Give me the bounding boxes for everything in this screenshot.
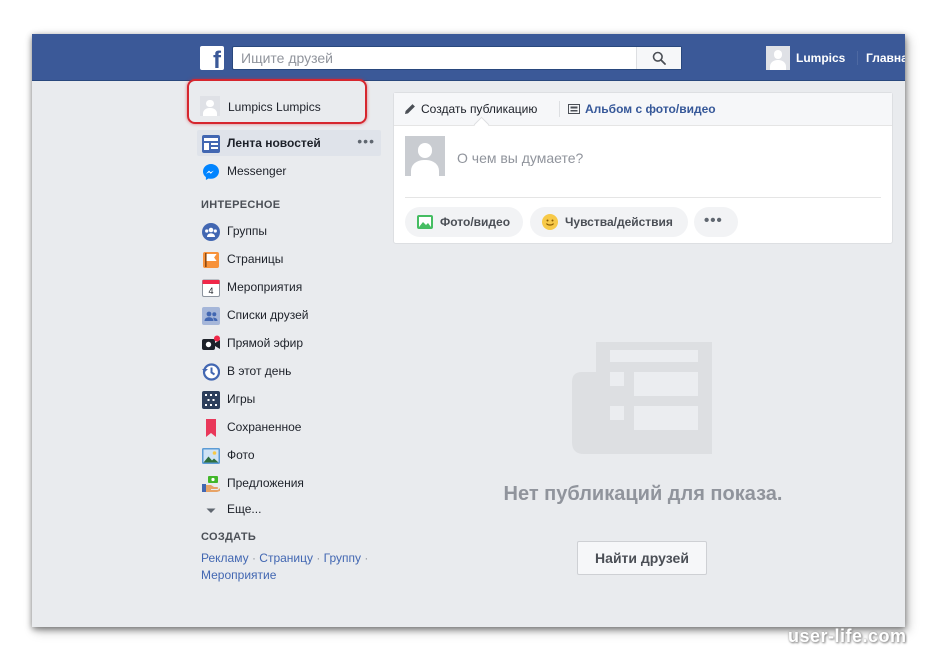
photo-icon [417, 215, 433, 229]
create-group-link[interactable]: Группу [324, 551, 361, 565]
sidebar-item-saved[interactable]: Сохраненное [197, 414, 381, 440]
sidebar-item-games[interactable]: Игры [197, 386, 381, 412]
empty-feed-message: Нет публикаций для показа. [503, 483, 783, 505]
tab-create-post-label: Создать публикацию [421, 102, 538, 116]
feelings-activity-button[interactable]: Чувства/действия [530, 207, 688, 237]
active-tab-notch [473, 116, 490, 133]
watermark-text: user-life.com [788, 626, 907, 646]
composer-input[interactable]: О чем вы думаете? [457, 150, 583, 166]
empty-feed-illustration-icon [572, 342, 712, 457]
saved-bookmark-icon [202, 419, 220, 437]
offers-icon [202, 475, 220, 493]
sidebar-item-offers[interactable]: Предложения [197, 470, 381, 496]
sidebar-item-friend-lists[interactable]: Списки друзей [197, 302, 381, 328]
create-event-link[interactable]: Мероприятие [201, 568, 276, 582]
sidebar-item-groups[interactable]: Группы [197, 218, 381, 244]
section-title-interests: ИНТЕРЕСНОЕ [201, 199, 281, 211]
highlight-annotation [187, 79, 367, 124]
photo-video-label: Фото/видео [440, 215, 511, 229]
divider [857, 51, 858, 65]
more-options-icon: ••• [704, 212, 723, 229]
sidebar-item-photos[interactable]: Фото [197, 442, 381, 468]
sidebar-item-on-this-day[interactable]: В этот день [197, 358, 381, 384]
avatar [405, 136, 445, 176]
pages-flag-icon [202, 251, 220, 269]
sidebar-item-live-video[interactable]: Прямой эфир [197, 330, 381, 356]
sidebar-item-label: Группы [227, 224, 267, 238]
games-icon [202, 391, 220, 409]
composer-tabs: Создать публикацию Альбом с фото/видео [394, 93, 892, 133]
sidebar-item-messenger[interactable]: Messenger [197, 158, 381, 184]
more-options-button[interactable]: ••• [694, 207, 738, 237]
feelings-activity-label: Чувства/действия [565, 215, 673, 229]
sidebar-item-label: Предложения [227, 476, 304, 490]
sidebar-item-label: Прямой эфир [227, 336, 303, 350]
live-video-icon [202, 335, 220, 353]
create-page-link[interactable]: Страницу [259, 551, 313, 565]
home-link[interactable]: Главная [866, 51, 905, 65]
link-separator: · [313, 551, 324, 565]
avatar [766, 46, 790, 70]
photo-video-button[interactable]: Фото/видео [405, 207, 523, 237]
top-navigation-bar: f Lumpics Главная [32, 34, 905, 81]
tab-photo-album[interactable]: Альбом с фото/видео [568, 102, 716, 116]
create-ad-link[interactable]: Рекламу [201, 551, 249, 565]
chevron-down-icon [202, 501, 220, 519]
browser-frame: f Lumpics Главная Lumpics Lumpics [32, 34, 905, 627]
more-options-icon[interactable]: ••• [357, 133, 375, 149]
search-input[interactable] [233, 47, 646, 69]
sidebar-item-label: Мероприятия [227, 280, 303, 294]
sidebar-item-label: Страницы [227, 252, 284, 266]
photos-icon [202, 447, 220, 465]
sidebar-item-label: Фото [227, 448, 255, 462]
link-separator: · [361, 551, 369, 565]
friend-lists-icon [202, 307, 220, 325]
link-separator: · [248, 551, 260, 565]
sidebar-item-pages[interactable]: Страницы [197, 246, 381, 272]
news-feed-icon [202, 135, 220, 153]
tab-create-post[interactable]: Создать публикацию [404, 102, 537, 116]
divider [559, 101, 560, 117]
sidebar-item-label: Messenger [227, 164, 287, 178]
find-friends-button[interactable]: Найти друзей [577, 541, 707, 575]
section-title-create: СОЗДАТЬ [201, 531, 257, 543]
sidebar-item-label: Игры [227, 392, 256, 406]
calendar-day: 4 [208, 286, 213, 296]
sidebar-item-label: В этот день [227, 364, 292, 378]
album-icon [568, 104, 580, 114]
sidebar-item-events[interactable]: 4 Мероприятия [197, 274, 381, 300]
facebook-logo-icon[interactable]: f [200, 46, 224, 74]
smiley-icon [542, 214, 558, 230]
sidebar-item-label: Списки друзей [227, 308, 309, 322]
events-calendar-icon: 4 [202, 279, 220, 297]
facebook-logo-letter: f [213, 47, 221, 74]
sidebar-item-label: Сохраненное [227, 420, 302, 434]
on-this-day-icon [202, 363, 221, 381]
search-box [232, 46, 682, 70]
sidebar-item-label: Еще... [227, 502, 262, 516]
search-button[interactable] [636, 47, 681, 69]
messenger-icon [202, 163, 220, 181]
divider [405, 197, 881, 198]
pencil-icon [405, 104, 415, 114]
tab-photo-album-label: Альбом с фото/видео [585, 102, 716, 116]
post-composer: Создать публикацию Альбом с фото/видео О… [393, 92, 893, 244]
groups-icon [202, 223, 220, 241]
create-links: Рекламу · Страницу · Группу · Мероприяти… [201, 550, 376, 584]
sidebar-item-label: Лента новостей [227, 136, 321, 150]
sidebar-item-news-feed[interactable]: Лента новостей ••• [197, 130, 381, 156]
user-name: Lumpics [796, 51, 846, 65]
search-icon [652, 51, 666, 65]
sidebar-item-more[interactable]: Еще... [197, 496, 381, 522]
